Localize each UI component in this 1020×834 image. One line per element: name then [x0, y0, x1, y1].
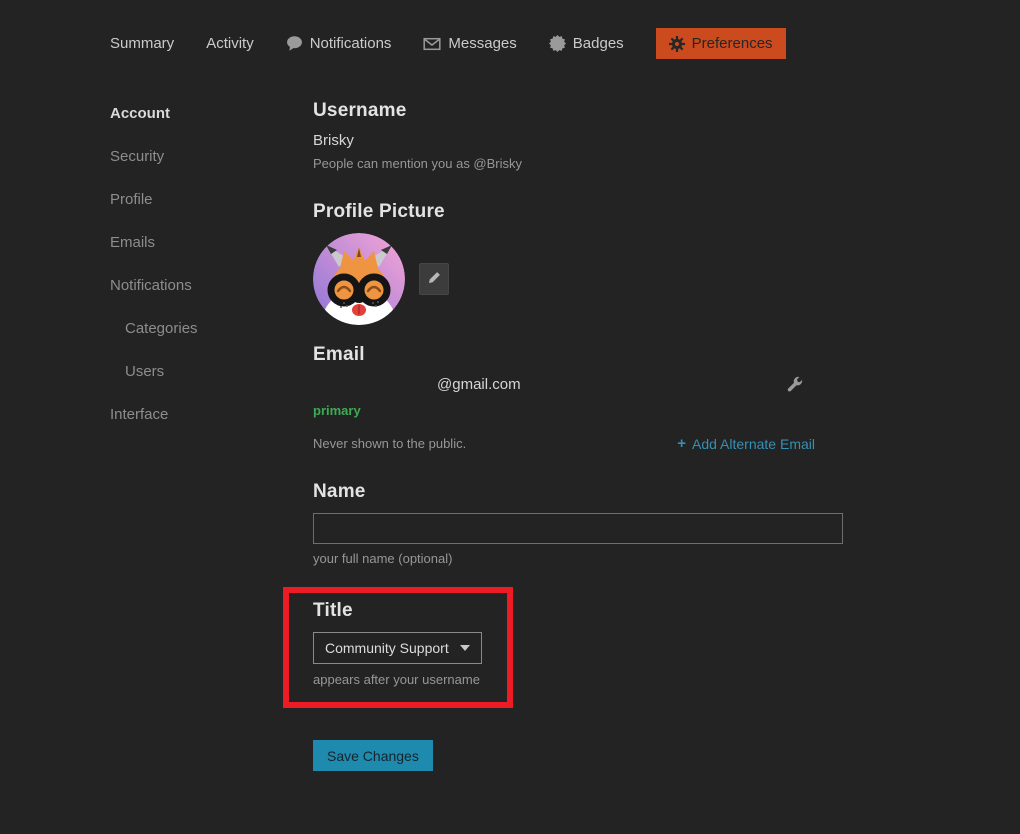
tab-summary[interactable]: Summary [110, 35, 174, 52]
profile-picture-heading: Profile Picture [313, 201, 843, 223]
account-preferences-panel: Username Brisky People can mention you a… [313, 100, 843, 771]
name-section: Name your full name (optional) [313, 481, 843, 566]
gear-icon [669, 36, 685, 52]
primary-email-badge: primary [313, 403, 843, 418]
preferences-sidebar: Account Security Profile Emails Notifica… [110, 105, 198, 449]
profile-picture-section: Profile Picture [313, 201, 843, 325]
tab-messages-label: Messages [448, 35, 516, 52]
avatar [313, 233, 405, 325]
username-value: Brisky [313, 132, 843, 149]
title-section: Title Community Support appears after yo… [313, 600, 507, 687]
email-hint: Never shown to the public. [313, 436, 466, 451]
email-section: Email @gmail.com primary Never shown to … [313, 344, 843, 452]
tab-activity-label: Activity [206, 35, 254, 52]
tab-notifications-label: Notifications [310, 35, 392, 52]
tab-badges[interactable]: Badges [549, 35, 624, 52]
title-dropdown[interactable]: Community Support [313, 632, 482, 664]
email-address: @gmail.com [313, 376, 521, 393]
title-hint: appears after your username [313, 672, 507, 687]
add-alternate-email-link[interactable]: + Add Alternate Email [677, 435, 815, 452]
badge-seal-icon [549, 35, 566, 52]
sidebar-item-notifications[interactable]: Notifications [110, 277, 198, 295]
tab-activity[interactable]: Activity [206, 35, 254, 52]
username-section: Username Brisky People can mention you a… [313, 100, 843, 171]
title-dropdown-value: Community Support [325, 640, 449, 656]
name-heading: Name [313, 481, 843, 503]
plus-icon: + [677, 435, 686, 452]
username-heading: Username [313, 100, 843, 122]
tab-badges-label: Badges [573, 35, 624, 52]
pencil-icon [427, 270, 442, 288]
sidebar-item-profile[interactable]: Profile [110, 191, 198, 209]
username-hint: People can mention you as @Brisky [313, 156, 843, 171]
tab-messages[interactable]: Messages [423, 35, 516, 52]
red-annotation-rectangle: Title Community Support appears after yo… [283, 587, 513, 708]
full-name-input[interactable] [313, 513, 843, 544]
user-nav: Summary Activity Notifications Messages … [110, 28, 786, 59]
sidebar-item-security[interactable]: Security [110, 148, 198, 166]
tab-summary-label: Summary [110, 35, 174, 52]
save-changes-button[interactable]: Save Changes [313, 740, 433, 771]
tab-notifications[interactable]: Notifications [286, 35, 392, 52]
sidebar-item-users[interactable]: Users [110, 363, 198, 381]
add-alternate-email-label: Add Alternate Email [692, 436, 815, 452]
email-heading: Email [313, 344, 843, 366]
sidebar-item-interface[interactable]: Interface [110, 406, 198, 424]
title-heading: Title [313, 600, 507, 622]
sidebar-item-account[interactable]: Account [110, 105, 198, 123]
manage-email-button[interactable] [787, 376, 803, 395]
sidebar-item-categories[interactable]: Categories [110, 320, 198, 338]
wrench-icon [787, 380, 803, 395]
sidebar-item-emails[interactable]: Emails [110, 234, 198, 252]
envelope-icon [423, 36, 441, 52]
tab-preferences[interactable]: Preferences [656, 28, 786, 59]
name-hint: your full name (optional) [313, 551, 843, 566]
preferences-page: Summary Activity Notifications Messages … [0, 0, 1020, 834]
chevron-down-icon [460, 645, 470, 651]
speech-bubble-icon [286, 35, 303, 52]
edit-avatar-button[interactable] [419, 263, 449, 295]
tab-preferences-label: Preferences [692, 35, 773, 52]
